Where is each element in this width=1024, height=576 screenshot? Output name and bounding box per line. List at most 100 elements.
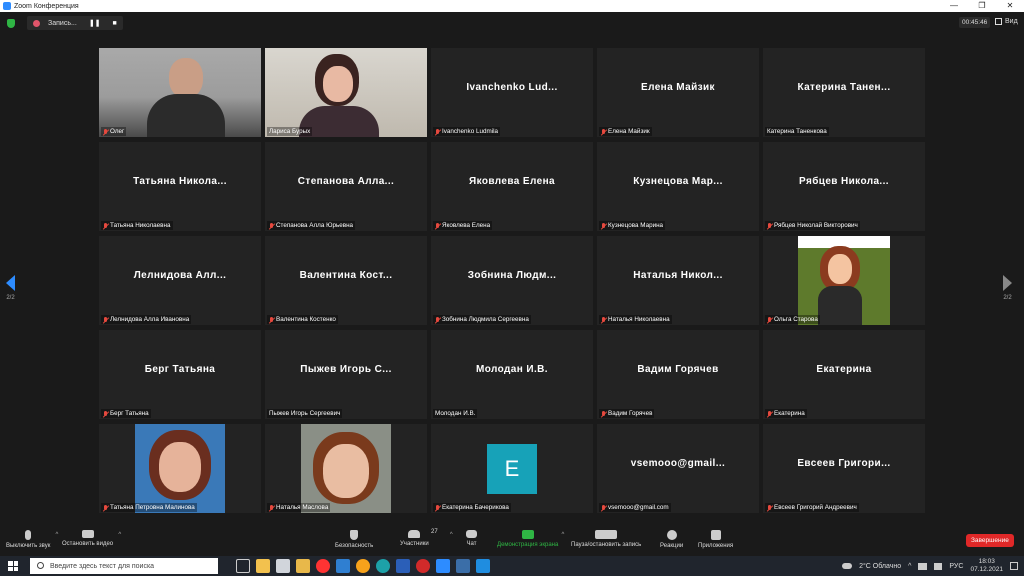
participant-tile[interactable]: Татьяна Петровна Малинова (99, 424, 261, 513)
participant-tile[interactable]: Евсеев Григори... Евсеев Григорий Андреев… (763, 424, 925, 513)
camera-icon (81, 530, 94, 538)
participant-tile[interactable]: Наталья Никол... Наталья Николаевна (597, 236, 759, 325)
share-screen-label: Демонстрация экрана (497, 542, 559, 548)
taskbar-search-input[interactable]: Введите здесь текст для поиска (30, 558, 218, 574)
search-app-icon[interactable] (356, 559, 370, 573)
share-screen-button[interactable]: Демонстрация экрана ^ (497, 530, 564, 548)
pause-stop-icon (595, 530, 618, 539)
participant-name-label: vsemooo@gmail.com (599, 503, 671, 512)
view-button[interactable]: Вид (995, 18, 1018, 25)
mail-icon[interactable] (336, 559, 350, 573)
participant-tile[interactable]: Пыжев Игорь С... Пыжев Игорь Сергеевич (265, 330, 427, 419)
close-button[interactable]: ✕ (996, 0, 1024, 12)
participant-tile[interactable]: Молодан И.В. Молодан И.В. (431, 330, 593, 419)
participants-button[interactable]: 27 Участники ^ (400, 529, 453, 547)
security-shield-icon[interactable] (7, 18, 15, 28)
view-label: Вид (1005, 18, 1018, 25)
participant-tile[interactable]: Степанова Алла... Степанова Алла Юрьевна (265, 142, 427, 231)
participant-tile[interactable]: Ольга Старова (763, 236, 925, 325)
participant-video (301, 424, 391, 513)
participant-tile[interactable]: Валентина Кост... Валентина Костенко (265, 236, 427, 325)
zoom-logo-icon (3, 2, 11, 10)
pause-recording-button[interactable]: ❚❚ (89, 19, 101, 27)
task-view-icon[interactable] (236, 559, 250, 573)
participant-tile[interactable]: Рябцев Никола... Рябцев Николай Викторови… (763, 142, 925, 231)
participant-name-label: Пыжев Игорь Сергеевич (267, 409, 343, 418)
participant-tile[interactable]: Лариса Бурых (265, 48, 427, 137)
muted-microphone-icon (103, 128, 108, 135)
stop-recording-button[interactable]: ■ (113, 20, 117, 27)
participant-tile[interactable]: vsemooo@gmail... vsemooo@gmail.com (597, 424, 759, 513)
windows-start-icon[interactable] (8, 561, 18, 571)
folder-icon[interactable] (296, 559, 310, 573)
participant-name: Валентина Костенко (276, 316, 336, 323)
pause-recording-toolbar-button[interactable]: Пауза/остановить запись (571, 530, 641, 548)
chat-label: Чат (466, 541, 477, 547)
participant-tile[interactable]: Берг Татьяна Берг Татьяна (99, 330, 261, 419)
edge-icon[interactable] (376, 559, 390, 573)
participant-video (135, 424, 225, 513)
apps-button[interactable]: Приложения (698, 530, 733, 549)
end-meeting-button[interactable]: Завершение (966, 534, 1014, 547)
participant-tile[interactable]: Кузнецова Мар... Кузнецова Марина (597, 142, 759, 231)
zoom-app-icon[interactable] (436, 559, 450, 573)
participant-name: Лариса Бурых (269, 128, 311, 135)
tray-chevron-icon[interactable]: ^ (908, 563, 911, 570)
muted-microphone-icon (435, 222, 440, 229)
presentation-icon[interactable] (456, 559, 470, 573)
participant-display-name: Яковлева Елена (469, 176, 555, 187)
participant-tile[interactable]: Елена Майзик Елена Майзик (597, 48, 759, 137)
muted-microphone-icon (103, 504, 108, 511)
minimize-button[interactable]: — (940, 0, 968, 12)
participant-tile[interactable]: Катерина Танен... Катерина Таненкова (763, 48, 925, 137)
file-explorer-icon[interactable] (256, 559, 270, 573)
participant-tile[interactable]: Ivanchenko Lud... Ivanchenko Ludmila (431, 48, 593, 137)
participants-count: 27 (430, 529, 438, 535)
participant-tile[interactable]: Яковлева Елена Яковлева Елена (431, 142, 593, 231)
participant-tile[interactable]: Зобнина Людм... Зобнина Людмила Сергеевна (431, 236, 593, 325)
participant-tile[interactable]: Лелнидова Алл... Лелнидова Алла Ивановна (99, 236, 261, 325)
participant-tile[interactable]: Екатерина Екатерина (763, 330, 925, 419)
prev-page-button[interactable]: 2/2 (6, 275, 15, 301)
mute-button[interactable]: Выключить звук ^ (6, 530, 58, 549)
chevron-up-icon[interactable]: ^ (450, 532, 453, 538)
muted-microphone-icon (601, 504, 606, 511)
weather-text[interactable]: 2°C Облачно (859, 563, 901, 570)
media-player-icon[interactable] (476, 559, 490, 573)
chevron-up-icon[interactable]: ^ (118, 532, 121, 538)
next-page-button[interactable]: 2/2 (1003, 275, 1012, 301)
language-indicator[interactable]: РУС (949, 563, 963, 570)
participant-tile[interactable]: Татьяна Никола... Татьяна Николаевна (99, 142, 261, 231)
video-button[interactable]: Остановить видео ^ (62, 530, 121, 547)
taskbar-clock[interactable]: 18:03 07.12.2021 (970, 558, 1003, 574)
participant-display-name: Лелнидова Алл... (133, 270, 227, 281)
chevron-up-icon[interactable]: ^ (56, 532, 59, 538)
participant-name-label: Кузнецова Марина (599, 221, 666, 230)
chat-icon (466, 530, 477, 538)
participant-display-name: Катерина Танен... (797, 82, 891, 93)
yandex-browser-icon[interactable] (316, 559, 330, 573)
chat-button[interactable]: Чат (466, 530, 477, 547)
volume-icon[interactable] (934, 562, 943, 570)
muted-microphone-icon (601, 222, 606, 229)
participant-tile[interactable]: Олег (99, 48, 261, 137)
participant-name: Зобнина Людмила Сергеевна (442, 316, 529, 323)
maximize-button[interactable]: ❐ (968, 0, 996, 12)
participant-display-name: Елена Майзик (641, 82, 715, 93)
reactions-button[interactable]: Реакции (660, 530, 683, 549)
network-icon[interactable] (918, 562, 928, 570)
participant-tile[interactable]: Вадим Горячев Вадим Горячев (597, 330, 759, 419)
store-icon[interactable] (276, 559, 290, 573)
word-icon[interactable] (396, 559, 410, 573)
muted-microphone-icon (767, 410, 772, 417)
muted-microphone-icon (601, 128, 606, 135)
system-tray: 2°C Облачно ^ РУС 18:03 07.12.2021 (842, 558, 1024, 574)
opera-icon[interactable] (416, 559, 430, 573)
participant-tile[interactable]: E Екатерина Бачерикова (431, 424, 593, 513)
notifications-icon[interactable] (1010, 562, 1018, 570)
security-button[interactable]: Безопасность (335, 530, 373, 549)
chevron-up-icon[interactable]: ^ (561, 532, 564, 538)
participant-tile[interactable]: Наталья Маслова (265, 424, 427, 513)
participant-name-label: Лелнидова Алла Ивановна (101, 315, 192, 324)
muted-microphone-icon (435, 316, 440, 323)
